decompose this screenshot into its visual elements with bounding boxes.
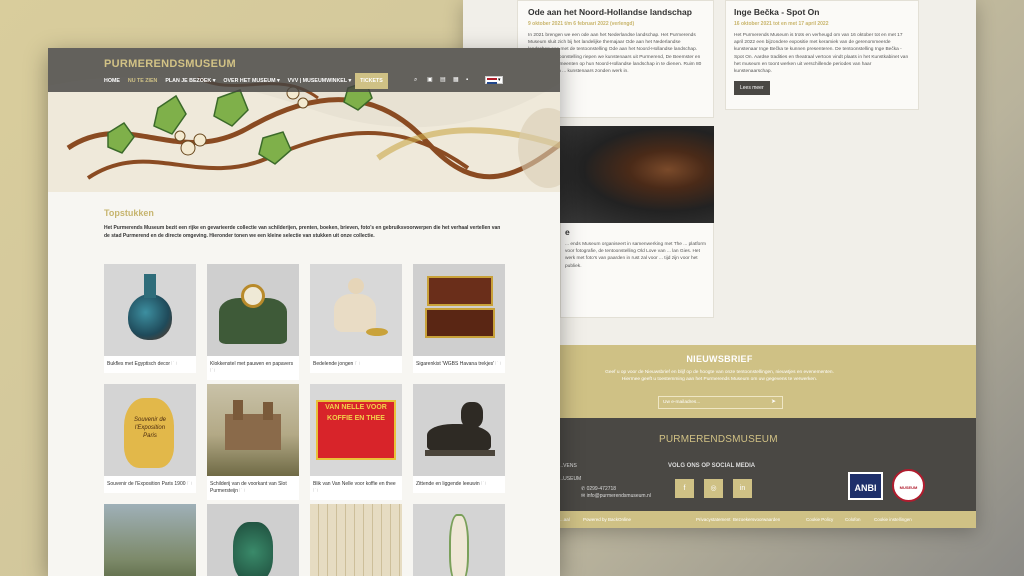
read-more-button[interactable]: Lees meer — [734, 81, 770, 96]
card-title: Ode aan het Noord-Hollandse landschap — [528, 7, 692, 17]
map-image — [310, 504, 402, 576]
top-navigation-bar: PURMERENDSMUSEUM HOME NU TE ZIEN PLAN JE… — [48, 48, 560, 92]
collection-tile-souvenir[interactable]: Souvenir de l'Exposition Paris Souvenir … — [104, 384, 196, 493]
tile-caption: Zittende en liggende leeuwin 🗀 — [416, 481, 487, 487]
instagram-icon[interactable]: ◎ — [704, 479, 723, 498]
language-flag-icon[interactable]: ▾ — [485, 76, 503, 84]
footer-link[interactable]: Colofon — [845, 517, 861, 522]
search-icon[interactable]: ⌕ — [414, 77, 421, 84]
tile-caption: Souvenir de l'Exposition Paris 1900 🗀 — [107, 481, 192, 487]
newsletter-icon[interactable]: ▤ — [440, 77, 447, 84]
footer-link[interactable]: Bezoekersvoorwaarden — [733, 517, 780, 522]
clock-image — [207, 264, 299, 356]
footer-link[interactable]: Cookie instellingen — [874, 517, 912, 522]
chevron-down-icon: ▾ — [498, 77, 501, 83]
cart-icon[interactable]: ▪ — [466, 77, 473, 84]
nav-over-het-museum[interactable]: OVER HET MUSEUM ▾ — [219, 72, 283, 90]
cigar-box-image — [413, 264, 505, 356]
card-title: e — [565, 227, 570, 237]
collection-tile-klokkenstel[interactable]: Klokkenstel met pauwen en papavers 🗀 — [207, 264, 299, 380]
collection-tile-sigarenkist[interactable]: Sigarenkist 'WGBS Havana trekjes' 🗀 — [413, 264, 505, 373]
front-window: PURMERENDSMUSEUM HOME NU TE ZIEN PLAN JE… — [48, 48, 560, 576]
registered-museum-seal: MUSEUM — [892, 469, 925, 502]
nav-plan-je-bezoek[interactable]: PLAN JE BEZOEK ▾ — [161, 72, 219, 90]
site-logo[interactable]: PURMERENDSMUSEUM — [104, 58, 236, 70]
footer-logo: PURMERENDSMUSEUM — [659, 434, 778, 445]
nav-home[interactable]: HOME — [100, 72, 124, 90]
phone-text: ✆ 0299-472718 — [581, 486, 617, 492]
vase-image — [207, 504, 299, 576]
topstukken-section: Topstukken Het Purmerends Museum bezit e… — [104, 208, 504, 240]
footer-link[interactable]: Privacystatement — [696, 517, 731, 522]
vase-image — [413, 504, 505, 576]
nav-vvv-museumwinkel[interactable]: VVV | MUSEUMWINKEL ▾ — [284, 72, 356, 90]
collection-tile-leeuwin[interactable]: Zittende en liggende leeuwin 🗀 — [413, 384, 505, 493]
nav-tickets[interactable]: TICKETS — [355, 73, 388, 89]
exhibition-card-becka[interactable]: Inge Bečka - Spot On 16 oktober 2021 tot… — [725, 0, 919, 110]
collection-tile-bedelende-jongen[interactable]: Bedelende jongen 🗀 — [310, 264, 402, 373]
castle-painting-image — [207, 384, 299, 476]
card-text: ... ends Museum organiseert in samenwerk… — [565, 242, 706, 269]
footer-link[interactable]: Powered by BackOnline — [583, 517, 631, 522]
tile-caption: Klokkenstel met pauwen en papavers 🗀 — [210, 361, 294, 374]
footer-link[interactable]: ...aal — [560, 517, 570, 522]
jug-text: Souvenir de l'Exposition Paris — [133, 417, 167, 439]
figurine-image — [310, 264, 402, 356]
tile-caption: Bedelende jongen 🗀 — [313, 361, 360, 367]
main-menu: HOME NU TE ZIEN PLAN JE BEZOEK ▾ OVER HE… — [100, 72, 388, 90]
collection-tile[interactable] — [104, 504, 196, 576]
collection-tile[interactable] — [413, 504, 505, 576]
collection-tile[interactable] — [310, 504, 402, 576]
anbi-logo: ANBI — [848, 472, 883, 500]
tin-text: VAN NELLE VOOR KOFFIE EN THEE — [325, 404, 387, 422]
card-text: Het Purmerends Museum is trots en verheu… — [734, 33, 909, 75]
calendar-icon[interactable]: ▣ — [427, 77, 434, 84]
collection-tile-bukfles[interactable]: Bukfles met Egyptisch decor 🗀 — [104, 264, 196, 373]
linkedin-icon[interactable]: in — [733, 479, 752, 498]
list-icon[interactable]: ▦ — [453, 77, 460, 84]
footer-heading-openings: ...VENS — [559, 463, 577, 469]
card-date: 9 oktober 2021 t/m 6 februari 2022 (verl… — [528, 21, 635, 27]
header-icons: ⌕ ▣ ▤ ▦ ▪ — [414, 77, 473, 84]
card-title: Inge Bečka - Spot On — [734, 7, 820, 17]
footer-museum: ...USEUM — [559, 476, 582, 482]
tile-caption: Blik van Van Nelle voor koffie en thee 🗀 — [313, 481, 396, 494]
arrow-icon[interactable]: ➤ — [771, 398, 776, 405]
intro-text: Het Purmerends Museum bezit een rijke en… — [104, 225, 501, 239]
newsletter-email-input[interactable]: Uw e-mailadres... — [658, 396, 783, 409]
card-date: 16 oktober 2021 tot en met 17 april 2022 — [734, 21, 829, 27]
lion-sculpture-image — [413, 384, 505, 476]
facebook-icon[interactable]: f — [675, 479, 694, 498]
social-title: VOLG ONS OP SOCIAL MEDIA — [668, 463, 756, 469]
email-link[interactable]: ✉ info@purmerendsmuseum.nl — [581, 493, 651, 499]
tin-image: VAN NELLE VOOR KOFFIE EN THEE — [310, 384, 402, 476]
tile-caption: Schilderij van de voorkant van Slot Purm… — [210, 481, 287, 494]
jug-image: Souvenir de l'Exposition Paris — [104, 384, 196, 476]
horse-photo — [560, 126, 714, 223]
vase-image — [104, 264, 196, 356]
nav-nu-te-zien[interactable]: NU TE ZIEN — [124, 72, 161, 90]
landscape-painting-image — [104, 504, 196, 576]
collection-tile[interactable] — [207, 504, 299, 576]
tile-caption: Bukfles met Egyptisch decor 🗀 — [107, 361, 177, 367]
page-title: Topstukken — [104, 208, 154, 218]
collection-tile-slot-purmersteijn[interactable]: Schilderij van de voorkant van Slot Purm… — [207, 384, 299, 500]
footer-link[interactable]: Cookie Policy — [806, 517, 833, 522]
collection-tile-van-nelle[interactable]: VAN NELLE VOOR KOFFIE EN THEE Blik van V… — [310, 384, 402, 500]
tile-caption: Sigarenkist 'WGBS Havana trekjes' 🗀 — [416, 361, 501, 367]
